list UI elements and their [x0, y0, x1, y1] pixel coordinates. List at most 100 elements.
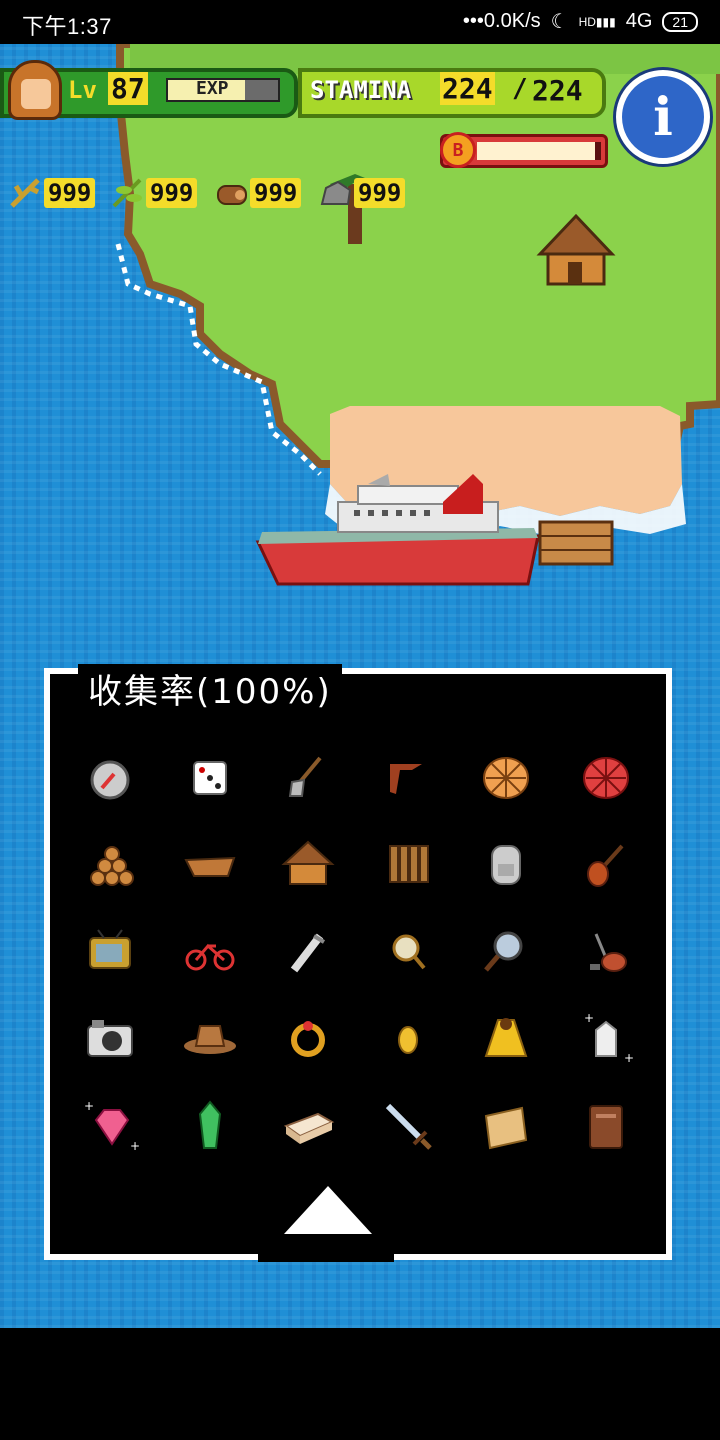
book-icon: [589, 1105, 623, 1149]
milk-icon: ++: [584, 1011, 634, 1065]
resource-herb: 999: [110, 176, 198, 210]
collection-item[interactable]: [566, 1086, 646, 1166]
collection-item[interactable]: [170, 738, 250, 818]
battery-icon: 21: [662, 11, 698, 32]
collection-item[interactable]: [368, 912, 448, 992]
crystal-icon: [198, 1100, 222, 1149]
collection-item[interactable]: [268, 912, 348, 992]
collection-item[interactable]: [466, 1086, 546, 1166]
backpack-icon: [491, 845, 521, 885]
stone-icon: [320, 180, 352, 205]
collection-item[interactable]: [170, 824, 250, 904]
herb-icon: [112, 178, 142, 208]
collection-item[interactable]: [566, 912, 646, 992]
status-time: 下午1:37: [22, 14, 112, 39]
boss-badge: B: [440, 132, 476, 168]
log-pile-icon: [90, 846, 134, 886]
resource-branch: 999: [8, 176, 96, 210]
orange-net-icon: [483, 757, 529, 799]
collection-item[interactable]: [368, 824, 448, 904]
resource-value: 999: [44, 178, 96, 208]
shovel-icon: [288, 756, 322, 797]
level-value: 87: [108, 72, 148, 105]
hut-icon: [281, 840, 335, 885]
wooden-dock: [538, 520, 614, 566]
stamina-max: 224: [532, 74, 583, 107]
collection-item[interactable]: [268, 738, 348, 818]
red-net-icon: [583, 757, 629, 799]
player-avatar[interactable]: [8, 60, 62, 120]
resource-value: 999: [250, 178, 302, 208]
collection-item[interactable]: [268, 998, 348, 1078]
collection-item[interactable]: [170, 1086, 250, 1166]
collection-item[interactable]: [466, 912, 546, 992]
collection-item[interactable]: [368, 998, 448, 1078]
collection-item[interactable]: [70, 824, 150, 904]
svg-text:+: +: [584, 1011, 594, 1025]
stamina-current: 224: [440, 72, 495, 105]
status-icons: •••0.0K/s ☾ HD▮▮▮ 4G 21: [463, 9, 698, 34]
resource-value: 999: [354, 178, 406, 208]
boss-fill: [477, 142, 595, 160]
bicycle-icon: [185, 943, 235, 971]
guitar-icon: [587, 844, 624, 887]
collection-item[interactable]: [70, 738, 150, 818]
collapse-button[interactable]: [280, 1182, 376, 1238]
collection-item[interactable]: + +: [70, 1086, 150, 1166]
ring-icon: [291, 1021, 325, 1057]
compass-icon: [90, 760, 130, 800]
collection-title: 收集率(100%): [78, 664, 342, 713]
tv-icon: [89, 929, 131, 969]
collection-item[interactable]: [368, 738, 448, 818]
collection-item[interactable]: [70, 998, 150, 1078]
network-speed: •••0.0K/s: [462, 10, 541, 32]
collection-item[interactable]: [368, 1086, 448, 1166]
sword-icon: [385, 1103, 432, 1150]
resource-wood: 999: [214, 176, 302, 210]
boss-badge-label: B: [452, 139, 464, 161]
cowboy-hat-icon: [184, 1025, 236, 1054]
cape-icon: [484, 1018, 528, 1057]
collection-item[interactable]: [466, 824, 546, 904]
dice-icon: [193, 761, 227, 795]
map-scroll-icon: [484, 1106, 528, 1150]
boomerang-icon: [390, 764, 422, 794]
triangle-up-icon: [284, 1186, 372, 1234]
status-bar: 下午1:37 •••0.0K/s ☾ HD▮▮▮ 4G 21: [0, 0, 720, 44]
collection-item[interactable]: [466, 998, 546, 1078]
collection-item[interactable]: [170, 998, 250, 1078]
info-icon: i: [653, 86, 673, 148]
collection-item[interactable]: [70, 912, 150, 992]
bottom-letterbox: [0, 1328, 720, 1440]
collection-item[interactable]: + +: [566, 998, 646, 1078]
collection-item[interactable]: [566, 738, 646, 818]
wood-log-icon: [217, 185, 247, 205]
branch-icon: [10, 178, 40, 208]
mirror-icon: [392, 934, 426, 970]
svg-text:+: +: [84, 1099, 94, 1113]
raft-icon: [389, 845, 429, 883]
stamina-label: STAMINA: [310, 76, 412, 104]
collection-item[interactable]: [566, 824, 646, 904]
panel-bottom-gap: [258, 1252, 394, 1262]
canoe-icon: [184, 856, 236, 877]
collection-item[interactable]: [268, 824, 348, 904]
signal-label: HD: [578, 14, 596, 29]
info-button[interactable]: i: [616, 70, 710, 164]
vacuum-icon: [590, 933, 627, 972]
bricks-icon: [283, 1112, 335, 1144]
collection-item[interactable]: [466, 738, 546, 818]
resource-value: 999: [146, 178, 198, 208]
exp-label: EXP: [196, 78, 229, 99]
svg-text:+: +: [130, 1139, 140, 1153]
stamina-separator: /: [512, 74, 528, 104]
collection-item[interactable]: [170, 912, 250, 992]
gem-icon: ++: [84, 1099, 140, 1153]
moon-icon: ☾: [550, 11, 569, 33]
svg-text:+: +: [624, 1051, 634, 1065]
coin-icon: [398, 1026, 418, 1054]
razor-icon: [290, 933, 326, 973]
collection-item[interactable]: [268, 1086, 348, 1166]
level-label: Lv: [68, 76, 97, 104]
signal-icon: HD▮▮▮: [578, 14, 616, 29]
